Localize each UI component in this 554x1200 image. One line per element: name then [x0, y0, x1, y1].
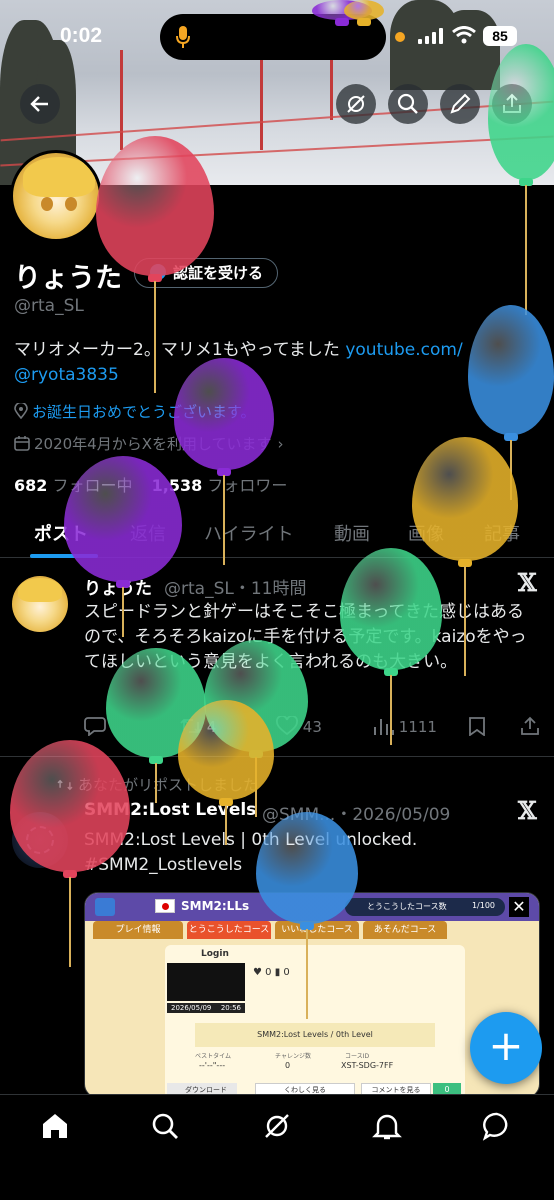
edit-icon [450, 93, 471, 114]
notifications-icon[interactable] [372, 1111, 402, 1141]
messages-icon[interactable] [482, 1111, 512, 1141]
flag-icon [155, 899, 175, 913]
post-meta: @rta_SL・11時間 [164, 579, 307, 599]
wifi-icon [452, 26, 476, 44]
status-time: 0:02 [60, 24, 103, 47]
balloon [344, 0, 384, 30]
bookmark-button[interactable] [468, 716, 486, 740]
game-time: 20:56 [220, 1004, 241, 1012]
balloon [64, 456, 182, 642]
balloon [10, 740, 130, 972]
avatar-hair [18, 578, 62, 602]
bottom-navigation [0, 1094, 554, 1200]
status-bar: 0:02 85 [0, 0, 554, 72]
game-best-time-label: ベストタイム [195, 1053, 232, 1060]
game-title: SMM2:LLs [181, 899, 250, 913]
game-course-thumbnail [167, 963, 245, 1001]
game-challenge-label: チャレンジ数 [275, 1053, 311, 1060]
back-button[interactable] [20, 84, 60, 124]
reply-button[interactable] [84, 716, 106, 740]
profile-avatar[interactable] [10, 150, 102, 242]
battery-level: 85 [483, 26, 517, 46]
game-level-name: SMM2:Lost Levels / 0th Level [195, 1023, 435, 1047]
microphone-icon [176, 26, 190, 48]
profile-handle: @rta_SL [14, 296, 84, 316]
grok-icon[interactable] [262, 1111, 292, 1141]
profile-bio: マリオメーカー2。マリメ1もやってました youtube.com/ @ryota… [14, 338, 544, 388]
game-counter-label: とうこうしたコース数 [367, 902, 447, 911]
game-counter: とうこうしたコース数 1/100 [345, 898, 505, 916]
tab-videos[interactable]: 動画 [334, 520, 370, 546]
grok-icon [347, 95, 365, 113]
edit-button[interactable] [440, 84, 480, 124]
banner-pole [260, 60, 263, 150]
game-best-time: --'--"--- [199, 1061, 226, 1070]
avatar-hair [23, 157, 95, 197]
game-tab: あそんだコース [363, 921, 447, 939]
game-date: 2026/05/09 [171, 1004, 212, 1012]
balloon [340, 548, 442, 750]
following-count: 682 [14, 476, 48, 495]
home-icon[interactable] [40, 1111, 70, 1141]
recording-indicator [395, 32, 405, 42]
reply-icon [84, 717, 106, 737]
search-button[interactable] [388, 84, 428, 124]
search-icon [397, 93, 418, 114]
share-icon [521, 716, 539, 735]
chevron-right-icon: › [277, 435, 284, 453]
back-arrow-icon [30, 96, 48, 112]
search-icon[interactable] [150, 1111, 180, 1141]
balloon [256, 812, 358, 1024]
compose-icon: + [488, 1021, 524, 1070]
game-close-icon: ✕ [509, 897, 529, 917]
game-login-label: Login [201, 949, 229, 959]
game-date-bar: 2026/05/09 20:56 [167, 1003, 245, 1013]
post-avatar[interactable] [12, 576, 68, 632]
bookmark-icon [469, 717, 485, 737]
share-post-button[interactable] [520, 716, 540, 740]
compose-button[interactable]: + [470, 1012, 542, 1084]
game-counter-value: 1/100 [471, 901, 495, 910]
location-pin-icon [14, 401, 28, 420]
grok-button[interactable] [336, 84, 376, 124]
game-course-id: XST-SDG-7FF [341, 1061, 394, 1070]
x-logo-icon[interactable]: 𝕏 [518, 568, 537, 597]
cellular-signal-icon [418, 28, 443, 44]
bio-link[interactable]: youtube.com/ [345, 340, 462, 360]
balloon [174, 358, 274, 570]
avatar-eye [41, 197, 53, 211]
x-logo-icon[interactable]: 𝕏 [518, 796, 537, 825]
game-course-id-label: コースID [345, 1053, 370, 1060]
avatar-eye [65, 197, 77, 211]
game-challenge-value: 0 [285, 1061, 291, 1070]
balloon [488, 44, 554, 320]
calendar-icon [14, 436, 30, 451]
